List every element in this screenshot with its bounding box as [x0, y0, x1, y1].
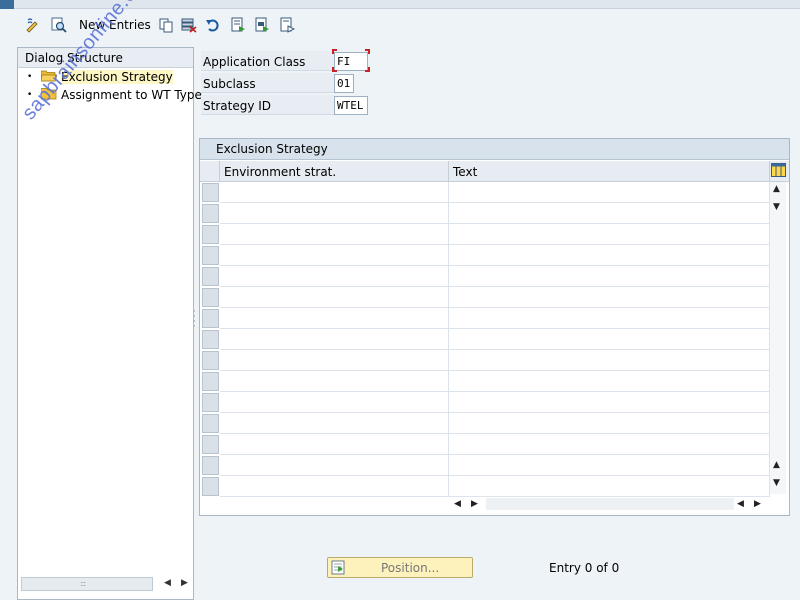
- scroll-right-icon[interactable]: ▶: [754, 499, 761, 509]
- cell-text[interactable]: [449, 434, 770, 455]
- focus-corner-icon: [332, 67, 337, 72]
- cell-environment-strat[interactable]: [220, 203, 449, 224]
- cell-environment-strat[interactable]: [220, 434, 449, 455]
- row-selector[interactable]: [202, 288, 219, 307]
- cell-text[interactable]: [449, 182, 770, 203]
- row-selector[interactable]: [202, 204, 219, 223]
- cell-text[interactable]: [449, 203, 770, 224]
- strategy-id-field[interactable]: WTEL: [334, 96, 368, 115]
- cell-text[interactable]: [449, 329, 770, 350]
- application-class-field[interactable]: FI: [334, 52, 368, 71]
- select-all-rows-corner[interactable]: [200, 161, 220, 182]
- entry-count: Entry 0 of 0: [549, 561, 620, 575]
- cell-environment-strat[interactable]: [220, 371, 449, 392]
- row-selector[interactable]: [202, 456, 219, 475]
- table-vertical-scrollbar[interactable]: ▲ ▼ ▲ ▼: [770, 182, 786, 494]
- cell-text[interactable]: [449, 455, 770, 476]
- cell-environment-strat[interactable]: [220, 392, 449, 413]
- scroll-down-icon[interactable]: ▼: [773, 202, 780, 212]
- subclass-label: Subclass: [201, 73, 334, 93]
- cell-text[interactable]: [449, 224, 770, 245]
- select-all-icon[interactable]: [229, 16, 247, 34]
- display-change-icon[interactable]: [24, 16, 42, 34]
- cell-environment-strat[interactable]: [220, 266, 449, 287]
- cell-text[interactable]: [449, 476, 770, 497]
- tree-horizontal-scrollbar[interactable]: :::: [21, 577, 153, 591]
- position-icon: [331, 560, 347, 578]
- application-class-label: Application Class: [201, 51, 334, 71]
- scroll-left-icon[interactable]: ◀: [164, 578, 171, 588]
- position-button[interactable]: Position...: [327, 557, 473, 578]
- row-selector[interactable]: [202, 477, 219, 496]
- dialog-structure-panel: Dialog Structure • Exclusion Strategy • …: [17, 47, 202, 600]
- cell-text[interactable]: [449, 266, 770, 287]
- scroll-track[interactable]: [486, 498, 734, 510]
- cell-environment-strat[interactable]: [220, 245, 449, 266]
- cell-environment-strat[interactable]: [220, 182, 449, 203]
- subclass-field[interactable]: 01: [334, 74, 354, 93]
- focus-corner-icon: [365, 49, 370, 54]
- table-settings-button[interactable]: [770, 161, 789, 182]
- cell-environment-strat[interactable]: [220, 308, 449, 329]
- row-selector[interactable]: [202, 267, 219, 286]
- cell-text[interactable]: [449, 245, 770, 266]
- table-settings-icon: [771, 163, 786, 177]
- exclusion-strategy-table: Exclusion Strategy Environment strat. Te…: [199, 138, 790, 516]
- row-selector[interactable]: [202, 435, 219, 454]
- title-strip-accent: [0, 0, 14, 9]
- bullet-icon: •: [27, 72, 33, 82]
- cell-environment-strat[interactable]: [220, 287, 449, 308]
- cell-text[interactable]: [449, 287, 770, 308]
- cell-environment-strat[interactable]: [220, 455, 449, 476]
- find-icon[interactable]: [50, 16, 68, 34]
- cell-text[interactable]: [449, 392, 770, 413]
- focus-corner-icon: [332, 49, 337, 54]
- delete-icon[interactable]: [180, 16, 198, 34]
- undo-icon[interactable]: [204, 16, 222, 34]
- copy-icon[interactable]: [157, 16, 175, 34]
- scroll-down-icon[interactable]: ▼: [773, 478, 780, 488]
- scroll-left-icon[interactable]: ◀: [737, 499, 744, 509]
- cell-text[interactable]: [449, 308, 770, 329]
- table-horizontal-scrollbar[interactable]: ◀ ▶ ◀ ▶: [450, 496, 770, 512]
- table-title: Exclusion Strategy: [200, 139, 789, 160]
- position-button-label: Position...: [381, 561, 440, 575]
- scroll-up-icon[interactable]: ▲: [773, 184, 780, 194]
- scroll-up-icon[interactable]: ▲: [773, 460, 780, 470]
- row-selector[interactable]: [202, 225, 219, 244]
- row-selector[interactable]: [202, 414, 219, 433]
- cell-text[interactable]: [449, 371, 770, 392]
- column-header-environment-strat[interactable]: Environment strat.: [220, 161, 449, 182]
- cell-text[interactable]: [449, 350, 770, 371]
- row-selector[interactable]: [202, 351, 219, 370]
- row-selector[interactable]: [202, 330, 219, 349]
- column-header-text[interactable]: Text: [449, 161, 770, 182]
- row-selector[interactable]: [202, 372, 219, 391]
- scroll-right-icon[interactable]: ▶: [471, 499, 478, 509]
- cell-environment-strat[interactable]: [220, 329, 449, 350]
- focus-corner-icon: [365, 67, 370, 72]
- scroll-right-icon[interactable]: ▶: [181, 578, 188, 588]
- deselect-all-icon[interactable]: [278, 16, 296, 34]
- row-selector[interactable]: [202, 393, 219, 412]
- scroll-left-icon[interactable]: ◀: [454, 499, 461, 509]
- strategy-id-label: Strategy ID: [201, 95, 334, 115]
- tree-item-label: Assignment to WT Type: [61, 88, 202, 102]
- cell-environment-strat[interactable]: [220, 476, 449, 497]
- cell-environment-strat[interactable]: [220, 413, 449, 434]
- panel-splitter[interactable]: · · · ·: [193, 308, 196, 332]
- cell-environment-strat[interactable]: [220, 350, 449, 371]
- row-selector[interactable]: [202, 309, 219, 328]
- row-selector[interactable]: [202, 183, 219, 202]
- cell-environment-strat[interactable]: [220, 224, 449, 245]
- scroll-grip-icon: :::: [80, 579, 86, 588]
- row-selector[interactable]: [202, 246, 219, 265]
- dialog-structure-title: Dialog Structure: [18, 48, 193, 68]
- select-block-icon[interactable]: [253, 16, 271, 34]
- cell-text[interactable]: [449, 413, 770, 434]
